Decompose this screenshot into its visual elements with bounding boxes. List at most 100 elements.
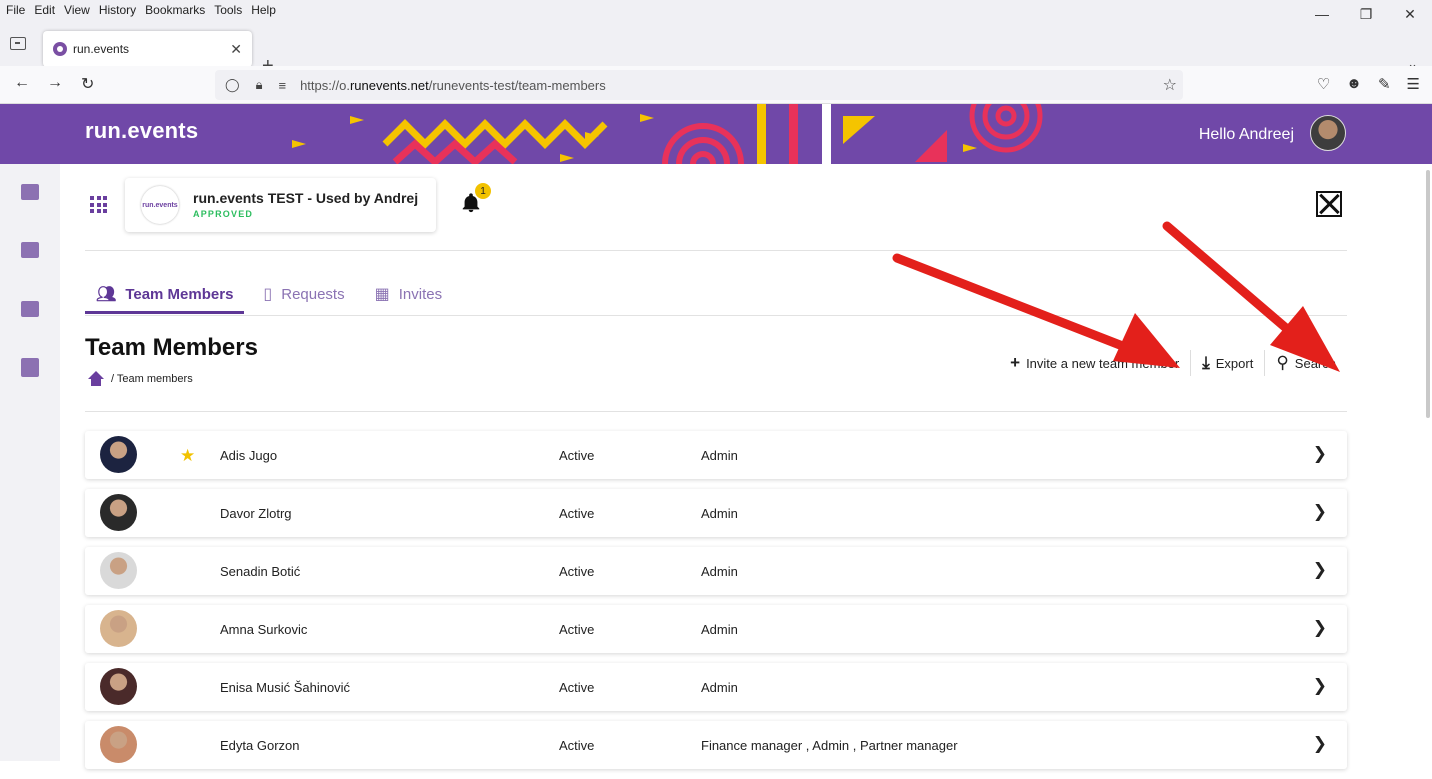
- tab-invites[interactable]: ▦ Invites: [364, 274, 453, 314]
- home-icon[interactable]: [87, 371, 105, 387]
- chevron-right-icon[interactable]: ❯: [1313, 444, 1327, 464]
- close-icon[interactable]: [1316, 191, 1342, 217]
- avatar: [100, 610, 137, 647]
- browser-tab[interactable]: run.events ✕: [43, 31, 252, 67]
- avatar: [100, 668, 137, 705]
- image-icon[interactable]: [21, 242, 39, 258]
- apps-grid-icon[interactable]: [90, 196, 107, 213]
- menu-view[interactable]: View: [64, 3, 90, 17]
- tab-team-members[interactable]: 👥︎ Team Members: [85, 274, 245, 314]
- member-roles: Admin: [701, 622, 738, 637]
- org-logo: run.events: [141, 186, 179, 224]
- annotation-arrow-search: [1162, 221, 1298, 339]
- chevron-right-icon[interactable]: ❯: [1313, 676, 1327, 696]
- chevron-right-icon[interactable]: ❯: [1313, 502, 1327, 522]
- list-item[interactable]: Amna Surkovic Active Admin ❯: [85, 605, 1347, 653]
- browser-menubar: File Edit View History Bookmarks Tools H…: [0, 0, 1432, 22]
- tab-title: run.events: [73, 42, 130, 56]
- list-item[interactable]: Edyta Gorzon Active Finance manager , Ad…: [85, 721, 1347, 769]
- clipboard-icon[interactable]: [21, 358, 39, 377]
- lock-icon[interactable]: 🔒︎: [256, 77, 263, 93]
- member-roles: Admin: [701, 680, 738, 695]
- list-item[interactable]: Davor Zlotrg Active Admin ❯: [85, 489, 1347, 537]
- chevron-right-icon[interactable]: ❯: [1313, 734, 1327, 754]
- menu-edit[interactable]: Edit: [34, 3, 55, 17]
- star-icon: ★: [180, 446, 196, 465]
- member-name: Amna Surkovic: [220, 622, 308, 637]
- notification-badge: 1: [475, 183, 491, 199]
- chevron-right-icon[interactable]: ❯: [1313, 560, 1327, 580]
- org-status-badge: APPROVED: [193, 209, 254, 219]
- export-button[interactable]: ⤓ Export: [1190, 350, 1264, 376]
- list-item[interactable]: Senadin Botić Active Admin ❯: [85, 547, 1347, 595]
- url-text: https://o.runevents.net/runevents-test/t…: [300, 77, 606, 93]
- brand-logo[interactable]: run.events: [85, 118, 198, 144]
- tab-label: Invites: [398, 285, 443, 303]
- avatar: [100, 494, 137, 531]
- browser-toolbar-right: ♡ ☻ ✎ ☰: [1317, 75, 1420, 93]
- extensions-icon[interactable]: ✎: [1378, 75, 1391, 93]
- user-greeting: Hello Andreej: [1198, 126, 1294, 143]
- user-avatar[interactable]: [1310, 115, 1346, 151]
- menu-help[interactable]: Help: [251, 3, 276, 17]
- tab-list-icon[interactable]: [10, 37, 26, 50]
- search-icon: ⚲: [1276, 353, 1289, 372]
- member-name: Edyta Gorzon: [220, 738, 300, 753]
- chat-icon[interactable]: [21, 184, 39, 200]
- members-list: ★ Adis Jugo Active Admin ❯ Davor Zlotrg …: [85, 431, 1347, 779]
- menu-file[interactable]: File: [6, 3, 25, 17]
- shield-icon[interactable]: ◯: [225, 77, 240, 93]
- breadcrumb-current: / Team members: [111, 373, 193, 385]
- organization-card[interactable]: run.events run.events TEST - Used by And…: [125, 178, 436, 232]
- tab-requests[interactable]: ▯ Requests: [252, 274, 355, 314]
- avatar: [100, 436, 137, 473]
- account-icon[interactable]: ☻: [1346, 75, 1362, 93]
- org-name: run.events TEST - Used by Andrej: [193, 190, 419, 206]
- section-tabs: 👥︎ Team Members ▯ Requests ▦ Invites: [85, 274, 461, 314]
- invite-member-button[interactable]: + Invite a new team member: [999, 350, 1190, 376]
- tab-label: Requests: [281, 285, 345, 303]
- list-item[interactable]: ★ Adis Jugo Active Admin ❯: [85, 431, 1347, 479]
- menu-tools[interactable]: Tools: [214, 3, 242, 17]
- divider: [85, 250, 1347, 251]
- search-button[interactable]: ⚲ Search: [1264, 350, 1347, 376]
- browser-navbar: ← → ↻ ◯ 🔒︎ ≡ https://o.runevents.net/run…: [0, 66, 1432, 104]
- member-name: Senadin Botić: [220, 564, 301, 579]
- menu-history[interactable]: History: [99, 3, 136, 17]
- forward-icon[interactable]: →: [47, 74, 63, 92]
- member-status: Active: [559, 738, 595, 753]
- member-status: Active: [559, 622, 595, 637]
- divider: [85, 411, 1347, 412]
- member-name: Davor Zlotrg: [220, 506, 292, 521]
- bookmark-star-icon[interactable]: ☆: [1163, 75, 1177, 95]
- member-status: Active: [559, 564, 595, 579]
- breadcrumb: / Team members: [87, 371, 193, 387]
- reload-icon[interactable]: ↻: [81, 74, 94, 94]
- menu-bookmarks[interactable]: Bookmarks: [145, 3, 205, 17]
- favicon-icon: [53, 42, 67, 56]
- scrollbar[interactable]: [1426, 170, 1430, 418]
- page-title: Team Members: [85, 334, 258, 361]
- tab-close-icon[interactable]: ✕: [230, 41, 242, 58]
- chat-icon: ▯: [263, 286, 273, 303]
- invite-icon: ▦: [374, 286, 390, 303]
- member-name: Adis Jugo: [220, 448, 278, 463]
- member-status: Active: [559, 680, 595, 695]
- annotation-arrow-export: [892, 253, 1125, 350]
- back-icon[interactable]: ←: [14, 74, 30, 92]
- plus-icon: +: [1010, 353, 1021, 372]
- people-icon: 👥︎: [96, 286, 117, 303]
- permissions-icon[interactable]: ≡: [278, 78, 286, 93]
- address-bar[interactable]: ◯ 🔒︎ ≡ https://o.runevents.net/runevents…: [215, 70, 1183, 100]
- member-roles: Admin: [701, 564, 738, 579]
- tab-label: Team Members: [125, 285, 234, 303]
- chevron-right-icon[interactable]: ❯: [1313, 618, 1327, 638]
- pocket-icon[interactable]: ♡: [1317, 75, 1330, 93]
- banner-gap: [822, 104, 831, 164]
- hamburger-menu-icon[interactable]: ☰: [1407, 75, 1420, 93]
- divider: [85, 315, 1347, 316]
- folder-icon[interactable]: [21, 301, 39, 317]
- download-icon: ⤓: [1202, 353, 1210, 372]
- list-item[interactable]: Enisa Musić Šahinović Active Admin ❯: [85, 663, 1347, 711]
- search-label: Search: [1294, 355, 1336, 371]
